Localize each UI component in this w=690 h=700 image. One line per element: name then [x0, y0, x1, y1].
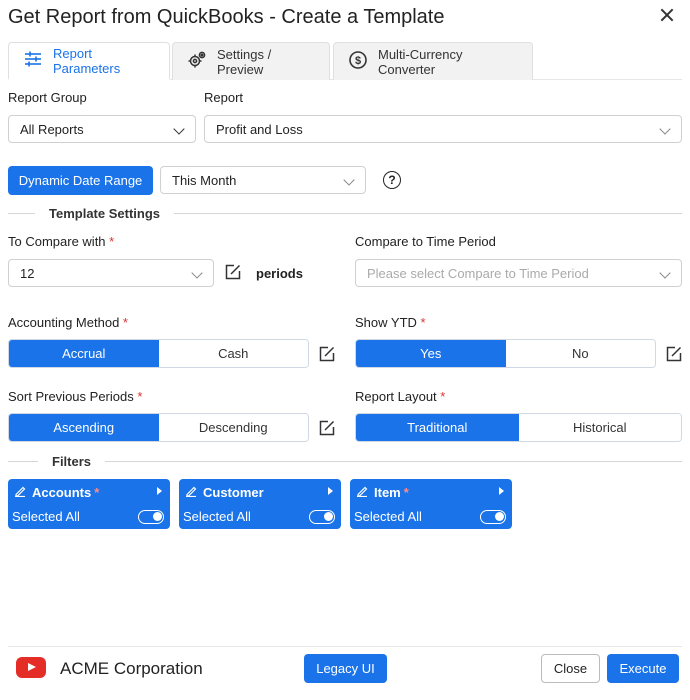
pencil-icon [14, 485, 32, 500]
sort-periods-toggle: Ascending Descending [8, 413, 309, 442]
filter-toggle[interactable] [138, 510, 164, 524]
dollar-circle-icon: $ [348, 50, 368, 73]
tab-label: Settings / Preview [217, 46, 272, 77]
template-settings-divider: Template Settings [8, 203, 682, 223]
report-select[interactable]: Profit and Loss [204, 115, 682, 143]
dialog-title: Get Report from QuickBooks - Create a Te… [8, 6, 445, 28]
cash-option[interactable]: Cash [158, 340, 308, 367]
expand-arrow-icon[interactable] [499, 487, 504, 495]
execute-button[interactable]: Execute [607, 654, 679, 683]
tab-bar: Report Parameters Settings / Preview $ M… [8, 42, 682, 80]
filters-divider: Filters [8, 451, 682, 471]
close-icon[interactable] [658, 6, 676, 24]
historical-option[interactable]: Historical [518, 414, 681, 441]
accounting-method-toggle: Accrual Cash [8, 339, 309, 368]
pencil-icon [356, 485, 374, 500]
filter-status: Selected All [354, 509, 422, 524]
expand-arrow-icon[interactable] [328, 487, 333, 495]
chevron-down-icon [659, 267, 671, 279]
help-icon[interactable]: ? [383, 171, 401, 189]
compare-period-placeholder: Please select Compare to Time Period [367, 265, 589, 281]
filters-title: Filters [52, 453, 92, 469]
report-layout-toggle: Traditional Historical [355, 413, 682, 442]
accrual-option[interactable]: Accrual [9, 340, 159, 367]
template-settings-title: Template Settings [49, 205, 161, 221]
filter-accounts[interactable]: Accounts * Selected All [8, 479, 170, 529]
filter-status: Selected All [183, 509, 251, 524]
chevron-down-icon [659, 123, 671, 135]
close-button[interactable]: Close [541, 654, 600, 683]
filter-name: Customer [203, 484, 264, 500]
report-label: Report [204, 90, 244, 105]
expand-arrow-icon[interactable] [157, 487, 162, 495]
company-name: ACME Corporation [60, 659, 203, 678]
report-layout-label: Report Layout * [355, 389, 446, 404]
report-group-select[interactable]: All Reports [8, 115, 196, 143]
dynamic-date-range-button[interactable]: Dynamic Date Range [8, 166, 153, 195]
filter-toggle[interactable] [480, 510, 506, 524]
edit-icon[interactable] [666, 346, 682, 362]
compare-with-label: To Compare with * [8, 234, 115, 249]
date-range-select[interactable]: This Month [160, 166, 366, 194]
date-range-value: This Month [172, 172, 237, 188]
filter-toggle[interactable] [309, 510, 335, 524]
chevron-down-icon [191, 267, 203, 279]
compare-period-select[interactable]: Please select Compare to Time Period [355, 259, 682, 287]
compare-with-value: 12 [20, 265, 35, 281]
edit-icon[interactable] [319, 346, 335, 362]
filter-name: Accounts [32, 484, 92, 500]
sliders-icon [23, 49, 43, 72]
filter-item[interactable]: Item * Selected All [350, 479, 512, 529]
filter-status: Selected All [12, 509, 80, 524]
traditional-option[interactable]: Traditional [356, 414, 519, 441]
tab-label: Multi-Currency Converter [378, 46, 463, 77]
edit-icon[interactable] [319, 420, 335, 436]
sort-periods-label: Sort Previous Periods * [8, 389, 143, 404]
youtube-icon[interactable] [16, 657, 46, 678]
chevron-down-icon [173, 123, 185, 135]
compare-with-select[interactable]: 12 [8, 259, 214, 287]
yes-option[interactable]: Yes [356, 340, 506, 367]
filter-name: Item [374, 484, 401, 500]
edit-icon[interactable] [225, 264, 241, 280]
tab-report-parameters[interactable]: Report Parameters [8, 42, 170, 80]
report-group-label: Report Group [8, 90, 87, 105]
pencil-icon [185, 485, 203, 500]
tab-settings-preview[interactable]: Settings / Preview [172, 42, 330, 80]
accounting-method-label: Accounting Method * [8, 315, 128, 330]
tab-multi-currency[interactable]: $ Multi-Currency Converter [333, 42, 533, 80]
chevron-down-icon [343, 174, 355, 186]
compare-period-label: Compare to Time Period [355, 234, 496, 249]
show-ytd-label: Show YTD * [355, 315, 426, 330]
footer: ACME Corporation Legacy UI Close Execute [8, 646, 682, 692]
svg-text:$: $ [355, 55, 361, 67]
show-ytd-toggle: Yes No [355, 339, 656, 368]
descending-option[interactable]: Descending [158, 414, 308, 441]
filter-customer[interactable]: Customer Selected All [179, 479, 341, 529]
no-option[interactable]: No [505, 340, 655, 367]
ascending-option[interactable]: Ascending [9, 414, 159, 441]
tab-label: Report Parameters [53, 45, 121, 76]
report-group-value: All Reports [20, 121, 84, 137]
report-value: Profit and Loss [216, 121, 303, 137]
periods-label: periods [256, 266, 303, 281]
gears-icon [187, 50, 207, 73]
legacy-ui-button[interactable]: Legacy UI [304, 654, 387, 683]
